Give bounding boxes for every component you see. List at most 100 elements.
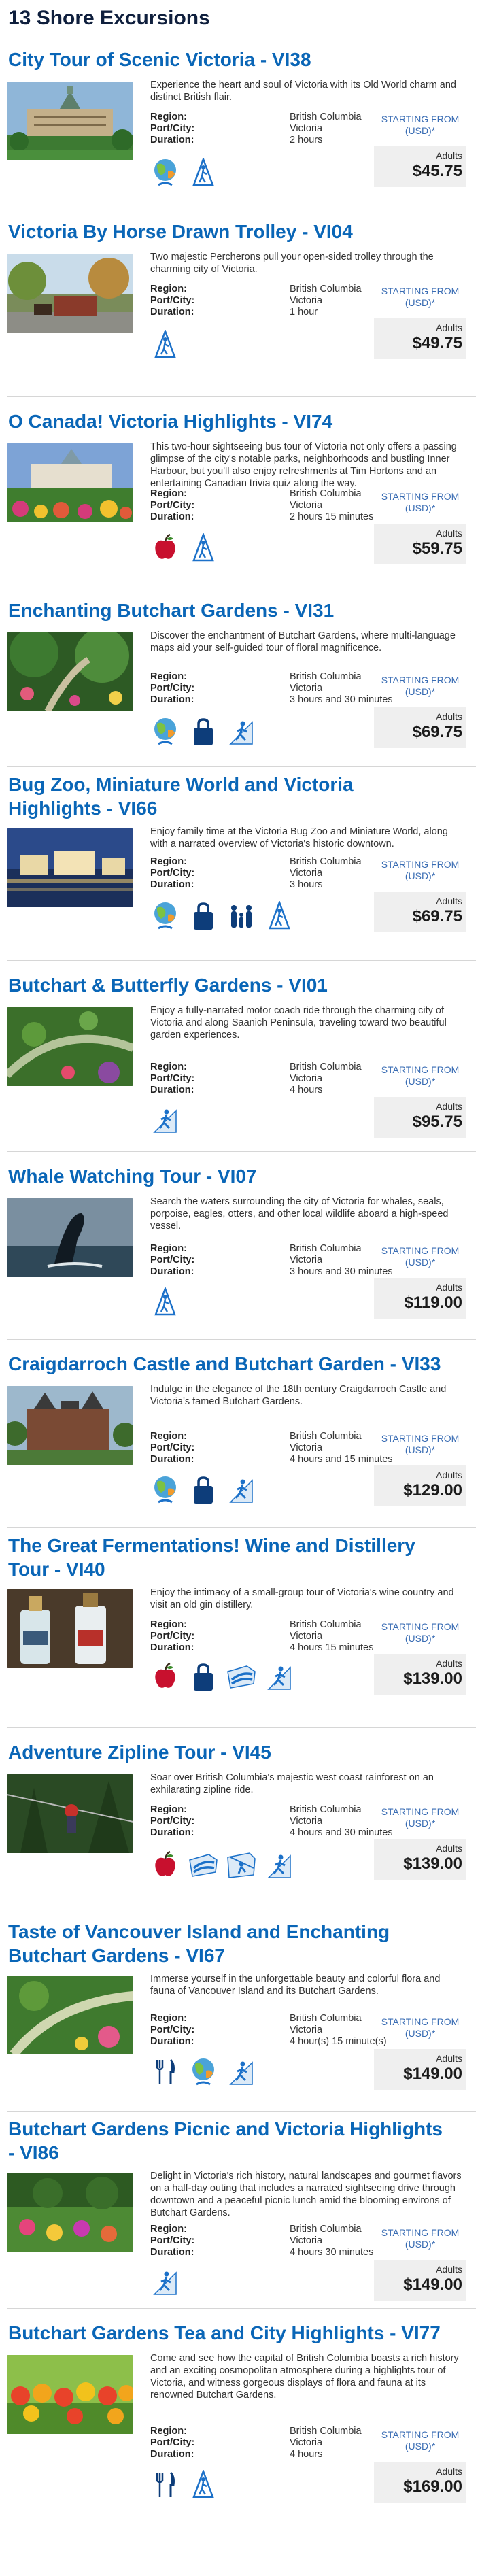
port-value: Victoria	[290, 295, 323, 306]
starting-from-link[interactable]: STARTING FROM (USD)*	[374, 2016, 466, 2039]
adults-label: Adults	[436, 322, 462, 333]
excursion-title-link[interactable]: Butchart Gardens Picnic and Victoria Hig…	[8, 2117, 450, 2165]
port-value: Victoria	[290, 2437, 323, 2448]
region-label: Region:	[150, 112, 187, 122]
ship-icon	[188, 1849, 218, 1882]
walking-icon	[188, 532, 218, 564]
port-label: Port/City:	[150, 2235, 195, 2246]
starting-from-link[interactable]: STARTING FROM (USD)*	[374, 1806, 466, 1829]
excursion-photo[interactable]	[7, 2355, 133, 2434]
excursion-photo[interactable]	[7, 2173, 133, 2252]
duration-value: 4 hours 30 minutes	[290, 2247, 374, 2258]
duration-label: Duration:	[150, 694, 194, 705]
price-block: STARTING FROM (USD)* Adults $169.00	[374, 2429, 466, 2503]
excursion-photo[interactable]	[7, 1976, 133, 2054]
price-block: STARTING FROM (USD)* Adults $139.00	[374, 1806, 466, 1880]
globe-icon	[150, 715, 180, 748]
duration-label: Duration:	[150, 307, 194, 318]
port-label: Port/City:	[150, 1073, 195, 1084]
excursion-details: Region: British Columbia Port/City: Victori…	[150, 856, 409, 891]
duration-label: Duration:	[150, 1266, 194, 1277]
starting-from-link[interactable]: STARTING FROM (USD)*	[374, 859, 466, 882]
region-value: British Columbia	[290, 856, 362, 867]
port-label: Port/City:	[150, 1631, 195, 1642]
region-label: Region:	[150, 488, 187, 499]
activity-icons	[150, 2056, 256, 2088]
excursion-title-link[interactable]: Taste of Vancouver Island and Enchanting…	[8, 1920, 450, 1967]
excursion-photo[interactable]	[7, 254, 133, 333]
excursion-description: Enjoy family time at the Victoria Bug Zo…	[150, 826, 448, 849]
activity-icons	[150, 156, 218, 189]
excursion-title-link[interactable]: Craigdarroch Castle and Butchart Garden …	[8, 1352, 450, 1376]
region-label: Region:	[150, 1619, 187, 1630]
price-amount: $59.75	[412, 539, 462, 558]
excursion-title-link[interactable]: Victoria By Horse Drawn Trolley - VI04	[8, 220, 450, 243]
price-block: STARTING FROM (USD)* Adults $95.75	[374, 1064, 466, 1138]
price-amount: $139.00	[403, 1670, 462, 1688]
excursion-description: Indulge in the elegance of the 18th cent…	[150, 1384, 447, 1407]
excursion-title-link[interactable]: Adventure Zipline Tour - VI45	[8, 1740, 450, 1764]
starting-from-link[interactable]: STARTING FROM (USD)*	[374, 1245, 466, 1268]
region-value: British Columbia	[290, 2013, 362, 2024]
excursion-photo[interactable]	[7, 1386, 133, 1465]
region-label: Region:	[150, 856, 187, 867]
bag-icon	[188, 900, 218, 932]
excursion-details: Region: British Columbia Port/City: Victori…	[150, 2013, 409, 2048]
port-label: Port/City:	[150, 295, 195, 306]
price-box: Adults $59.75	[374, 524, 466, 564]
price-block: STARTING FROM (USD)* Adults $69.75	[374, 859, 466, 932]
port-value: Victoria	[290, 1816, 323, 1827]
price-amount: $149.00	[403, 2275, 462, 2294]
excursion-photo[interactable]	[7, 1007, 133, 1086]
region-label: Region:	[150, 284, 187, 294]
excursion-photo[interactable]	[7, 1198, 133, 1277]
excursion-photo[interactable]	[7, 828, 133, 907]
price-box: Adults $119.00	[374, 1278, 466, 1319]
region-value: British Columbia	[290, 671, 362, 682]
price-box: Adults $45.75	[374, 146, 466, 187]
activity-icons	[150, 715, 256, 748]
activity-icons	[150, 900, 294, 932]
port-label: Port/City:	[150, 1442, 195, 1453]
excursion-photo[interactable]	[7, 443, 133, 522]
price-block: STARTING FROM (USD)* Adults $149.00	[374, 2016, 466, 2090]
hiking-icon	[150, 1104, 180, 1136]
starting-from-link[interactable]: STARTING FROM (USD)*	[374, 2429, 466, 2452]
excursion-title-link[interactable]: Butchart & Butterfly Gardens - VI01	[8, 973, 450, 997]
excursion-title-link[interactable]: Whale Watching Tour - VI07	[8, 1164, 450, 1188]
bag-icon	[188, 1474, 218, 1506]
activity-icons	[150, 2469, 218, 2501]
price-block: STARTING FROM (USD)* Adults $149.00	[374, 2227, 466, 2301]
excursion-photo[interactable]	[7, 1589, 133, 1668]
starting-from-link[interactable]: STARTING FROM (USD)*	[374, 675, 466, 698]
excursion-details: Region: British Columbia Port/City: Victori…	[150, 671, 409, 706]
excursion-photo[interactable]	[7, 1774, 133, 1853]
excursion-card: Bug Zoo, Miniature World and Victoria Hi…	[7, 767, 476, 961]
starting-from-link[interactable]: STARTING FROM (USD)*	[374, 1621, 466, 1644]
starting-from-link[interactable]: STARTING FROM (USD)*	[374, 286, 466, 309]
adults-label: Adults	[436, 1843, 462, 1854]
excursion-title-link[interactable]: City Tour of Scenic Victoria - VI38	[8, 48, 450, 71]
excursion-photo[interactable]	[7, 632, 133, 711]
starting-from-link[interactable]: STARTING FROM (USD)*	[374, 1433, 466, 1456]
starting-from-link[interactable]: STARTING FROM (USD)*	[374, 491, 466, 514]
apple-icon	[150, 1661, 180, 1693]
excursion-title-link[interactable]: O Canada! Victoria Highlights - VI74	[8, 409, 450, 433]
excursion-title-link[interactable]: Butchart Gardens Tea and City Highlights…	[8, 2321, 450, 2345]
excursion-title-link[interactable]: Bug Zoo, Miniature World and Victoria Hi…	[8, 773, 450, 820]
excursion-title-link[interactable]: Enchanting Butchart Gardens - VI31	[8, 598, 450, 622]
hiking-icon	[226, 2056, 256, 2088]
excursion-card: Butchart & Butterfly Gardens - VI01 Enjoy…	[7, 961, 476, 1152]
port-value: Victoria	[290, 1255, 323, 1266]
starting-from-link[interactable]: STARTING FROM (USD)*	[374, 2227, 466, 2250]
duration-value: 4 hours	[290, 1085, 323, 1096]
price-box: Adults $169.00	[374, 2462, 466, 2503]
globe-icon	[150, 156, 180, 189]
excursion-photo[interactable]	[7, 82, 133, 160]
excursion-details: Region: British Columbia Port/City: Victori…	[150, 1619, 409, 1654]
bag-icon	[188, 1661, 218, 1693]
excursion-title-link[interactable]: The Great Fermentations! Wine and Distil…	[8, 1533, 450, 1581]
starting-from-link[interactable]: STARTING FROM (USD)*	[374, 1064, 466, 1087]
port-label: Port/City:	[150, 500, 195, 511]
starting-from-link[interactable]: STARTING FROM (USD)*	[374, 114, 466, 137]
